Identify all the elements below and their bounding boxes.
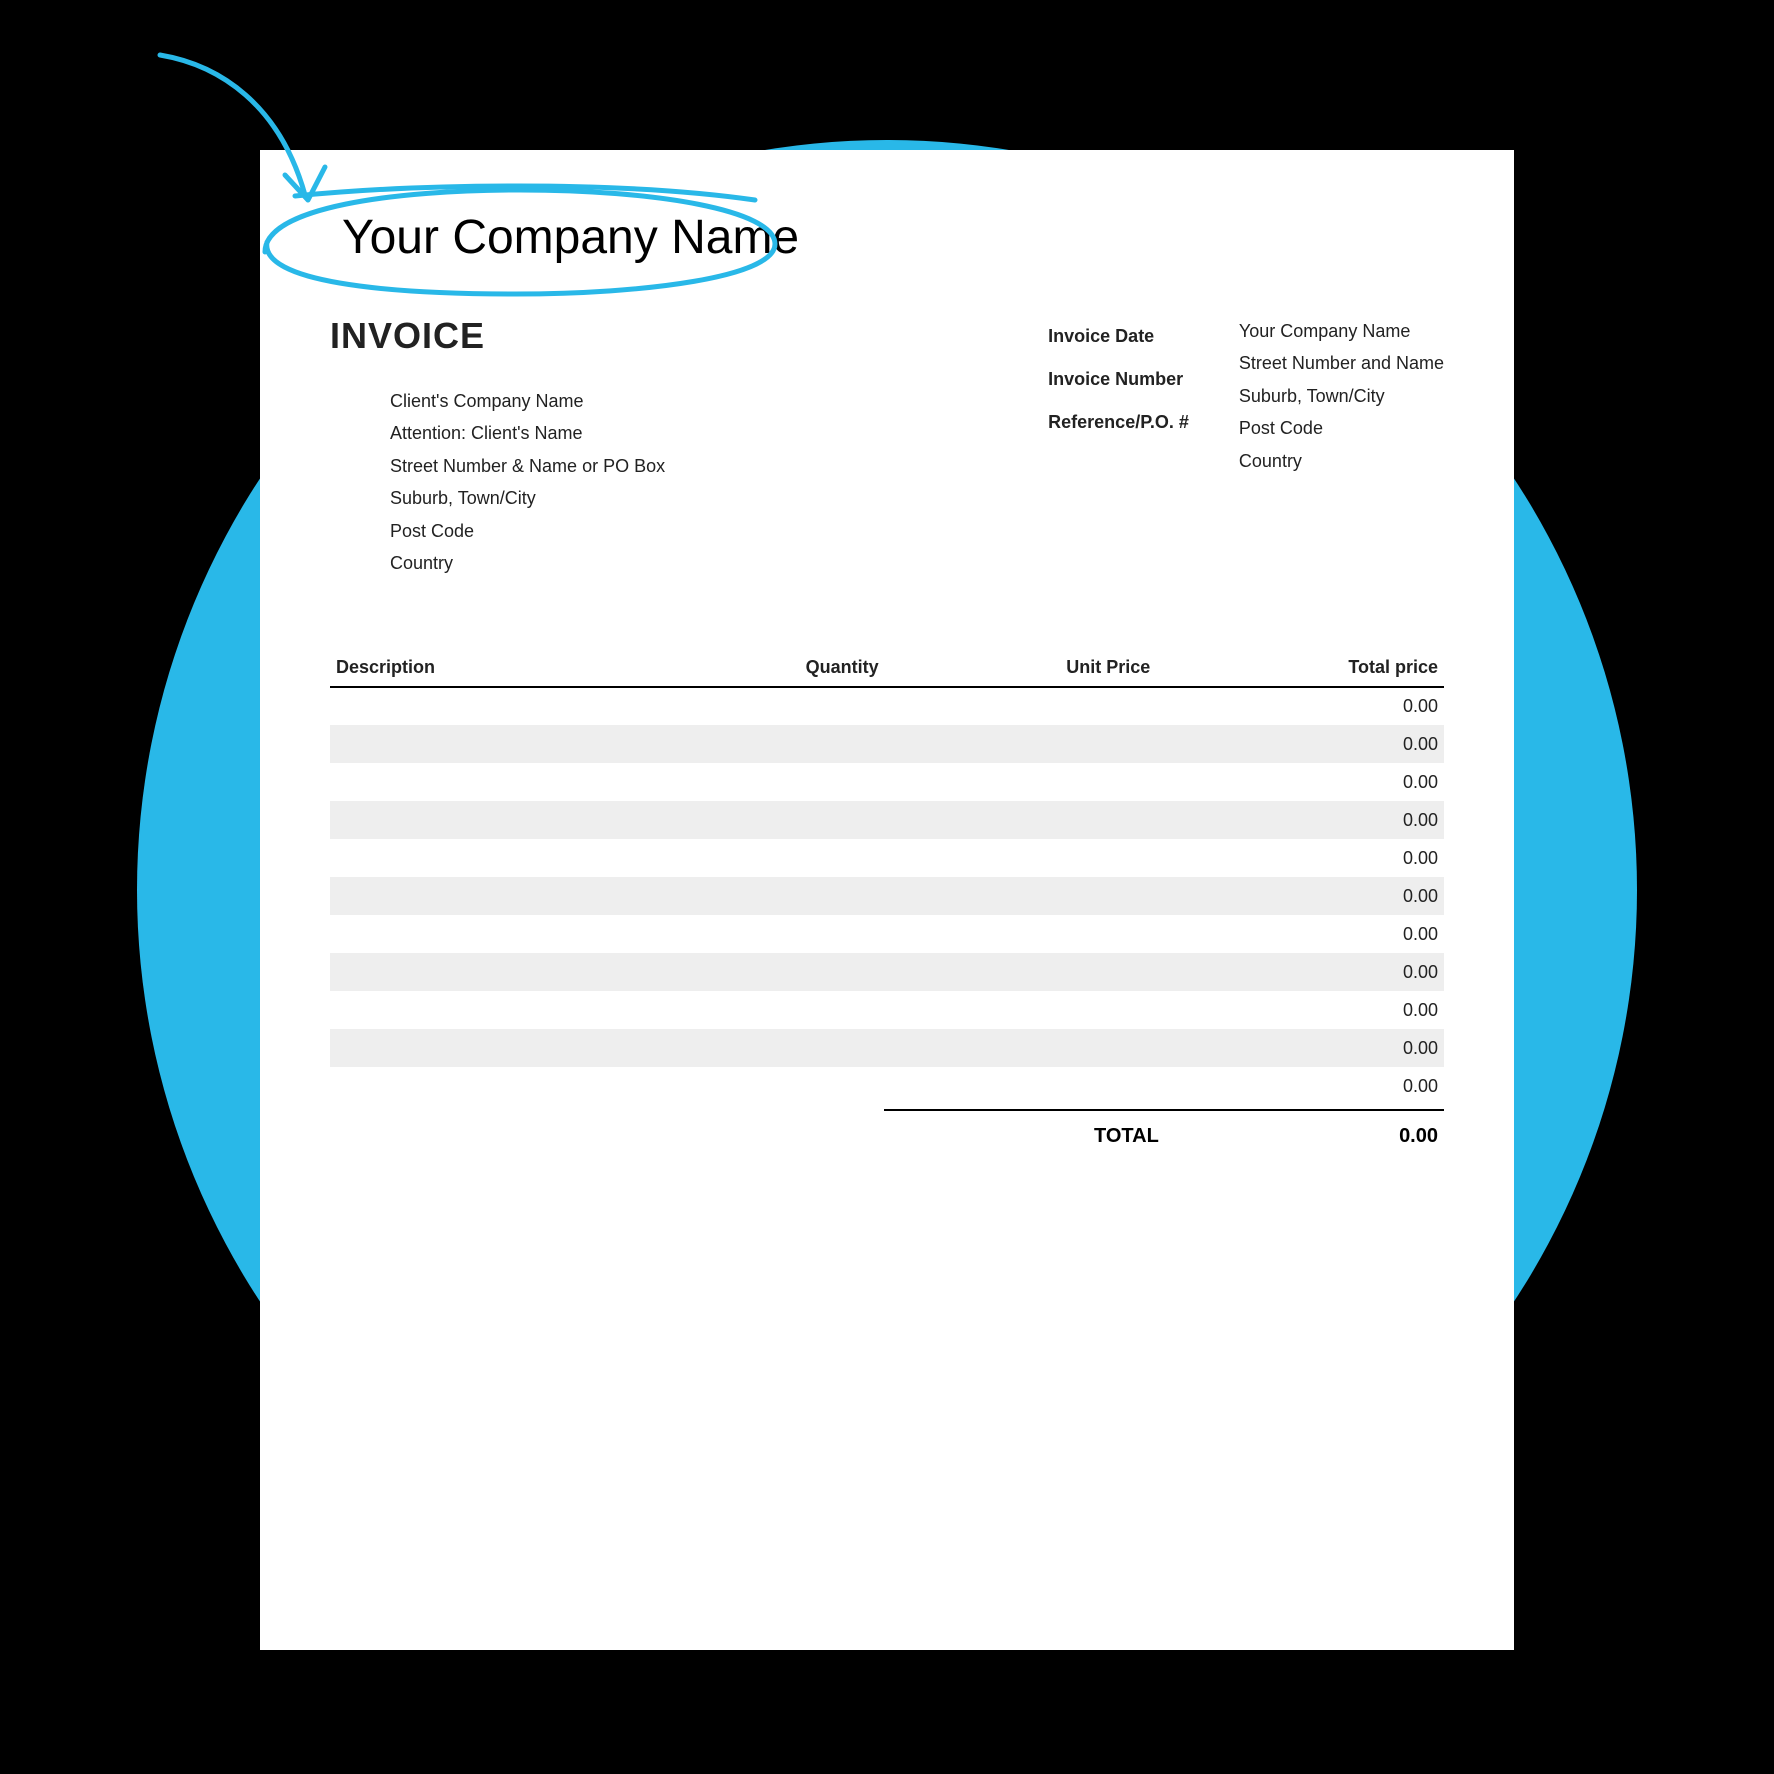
table-row: 0.00 — [330, 915, 1444, 953]
col-unit-price: Unit Price — [885, 649, 1157, 687]
total-label: TOTAL — [1094, 1125, 1159, 1148]
company-name: Your Company Name — [342, 210, 1444, 265]
table-row: 0.00 — [330, 801, 1444, 839]
table-row: 0.00 — [330, 725, 1444, 763]
client-line: Client's Company Name — [390, 385, 865, 417]
sender-line: Country — [1239, 445, 1444, 477]
sender-line: Street Number and Name — [1239, 347, 1444, 379]
invoice-document: Your Company Name INVOICE Client's Compa… — [260, 150, 1514, 1650]
table-row: 0.00 — [330, 877, 1444, 915]
client-address-block: Client's Company Name Attention: Client'… — [390, 385, 865, 579]
col-description: Description — [330, 649, 644, 687]
client-line: Attention: Client's Name — [390, 417, 865, 449]
invoice-date-label: Invoice Date — [1048, 315, 1189, 358]
table-row: 0.00 — [330, 1067, 1444, 1105]
col-quantity: Quantity — [644, 649, 885, 687]
line-items-table: Description Quantity Unit Price Total pr… — [330, 649, 1444, 1105]
sender-address-block: Your Company Name Street Number and Name… — [1239, 315, 1444, 477]
table-row: 0.00 — [330, 991, 1444, 1029]
sender-line: Suburb, Town/City — [1239, 380, 1444, 412]
table-row: 0.00 — [330, 953, 1444, 991]
invoice-title: INVOICE — [330, 315, 865, 357]
client-line: Country — [390, 547, 865, 579]
sender-line: Your Company Name — [1239, 315, 1444, 347]
col-total-price: Total price — [1156, 649, 1444, 687]
table-row: 0.00 — [330, 839, 1444, 877]
client-line: Street Number & Name or PO Box — [390, 450, 865, 482]
client-line: Post Code — [390, 515, 865, 547]
client-line: Suburb, Town/City — [390, 482, 865, 514]
total-value: 0.00 — [1399, 1125, 1438, 1148]
invoice-reference-label: Reference/P.O. # — [1048, 401, 1189, 444]
sender-line: Post Code — [1239, 412, 1444, 444]
table-row: 0.00 — [330, 763, 1444, 801]
total-row: TOTAL 0.00 — [330, 1109, 1444, 1148]
table-row: 0.00 — [330, 687, 1444, 725]
table-row: 0.00 — [330, 1029, 1444, 1067]
invoice-number-label: Invoice Number — [1048, 358, 1189, 401]
invoice-meta-labels: Invoice Date Invoice Number Reference/P.… — [1048, 315, 1189, 477]
